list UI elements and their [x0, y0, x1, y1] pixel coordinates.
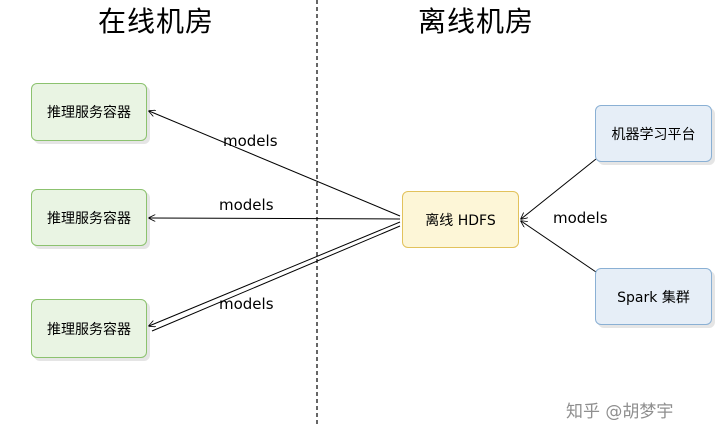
inference-container-label-3: 推理服务容器	[47, 321, 131, 338]
arrow-hdfs-to-inference-3-b	[151, 225, 401, 332]
offline-zone-title: 离线机房	[418, 5, 535, 38]
inference-container-node-2[interactable]: 推理服务容器	[31, 189, 147, 246]
arrow-spark-to-hdfs	[521, 221, 597, 273]
arrow-hdfs-to-inference-2	[149, 218, 401, 219]
architecture-diagram: 在线机房 离线机房 推理服务容器 推理服务容器 推理服务容器 离线 HDFS 机…	[0, 0, 720, 437]
offline-hdfs-node[interactable]: 离线 HDFS	[402, 191, 519, 248]
arrow-hdfs-to-inference-3-a	[149, 221, 401, 326]
arrow-hdfs-to-inference-1	[149, 111, 401, 217]
edge-label-models-3: models	[219, 295, 274, 313]
edge-label-models-1: models	[223, 132, 278, 150]
ml-platform-node[interactable]: 机器学习平台	[595, 105, 712, 162]
offline-hdfs-label: 离线 HDFS	[425, 212, 496, 229]
inference-container-label-2: 推理服务容器	[47, 210, 131, 227]
ml-platform-label: 机器学习平台	[611, 126, 696, 143]
online-zone-title: 在线机房	[98, 5, 215, 38]
inference-container-label-1: 推理服务容器	[47, 105, 131, 121]
inference-container-node-3[interactable]: 推理服务容器	[31, 299, 147, 358]
edge-label-models-4: models	[553, 209, 608, 227]
spark-cluster-label: Spark 集群	[617, 289, 690, 306]
edge-label-models-2: models	[219, 196, 274, 214]
spark-cluster-node[interactable]: Spark 集群	[595, 268, 712, 325]
watermark: 知乎 @胡梦宇	[566, 402, 674, 422]
inference-container-node-1[interactable]: 推理服务容器	[31, 83, 147, 141]
